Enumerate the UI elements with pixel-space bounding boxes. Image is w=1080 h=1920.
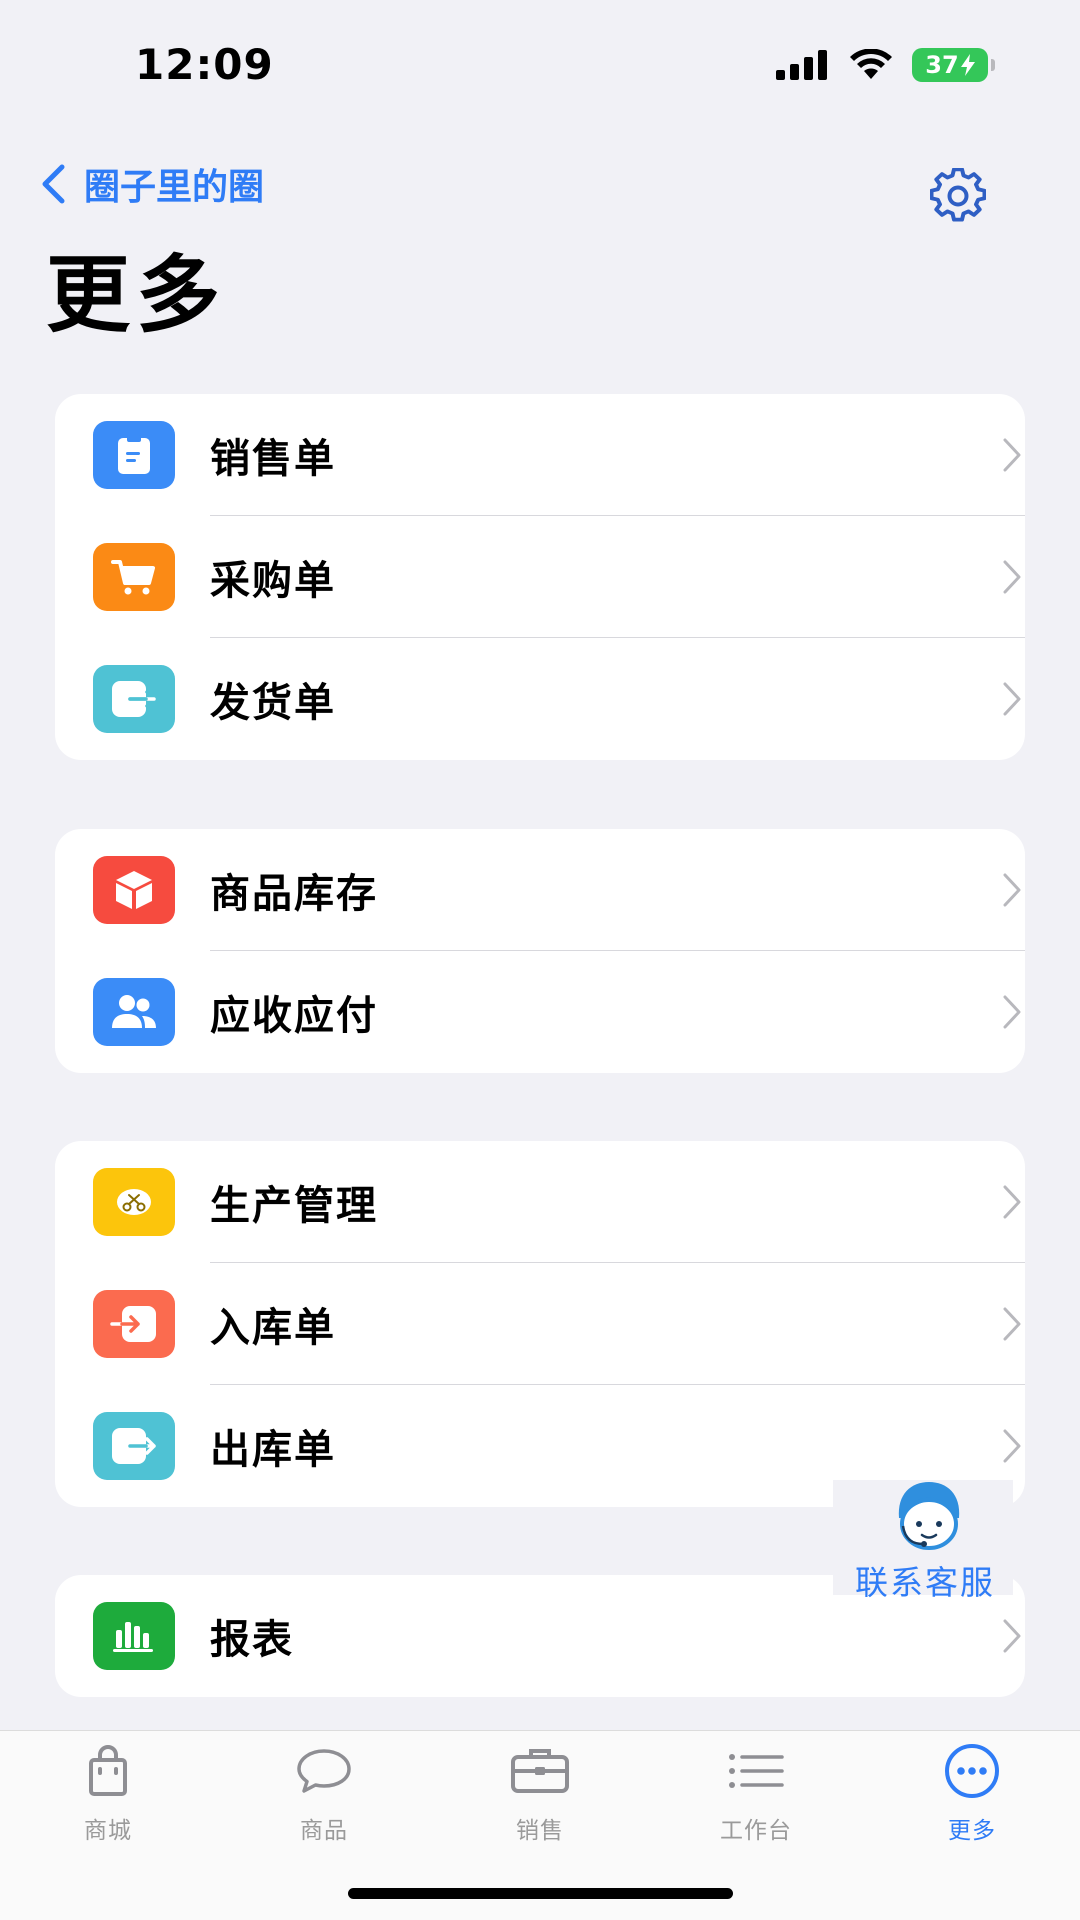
chat-bubble-icon — [297, 1749, 351, 1793]
battery-level: 37 — [925, 51, 959, 79]
customer-service-avatar-icon — [898, 1482, 960, 1550]
status-icons: 37 — [776, 48, 995, 82]
users-icon — [93, 978, 175, 1046]
sales-order-icon — [93, 421, 175, 489]
menu-item-label: 采购单 — [210, 558, 336, 604]
home-indicator[interactable] — [348, 1888, 733, 1899]
menu-item-label: 应收应付 — [210, 993, 378, 1039]
charging-bolt-icon — [960, 54, 975, 76]
back-button[interactable]: 圈子里的圈 — [40, 162, 264, 208]
tab-products[interactable]: 商品 — [254, 1743, 394, 1844]
chevron-right-icon — [1003, 1619, 1021, 1653]
status-bar: 12:09 37 — [0, 0, 1080, 130]
menu-item-label: 发货单 — [210, 680, 336, 726]
menu-group-finance: 商品库存 应收应付 — [55, 829, 1025, 1073]
tab-label: 更多 — [948, 1818, 996, 1844]
chevron-right-icon — [1003, 560, 1021, 594]
briefcase-icon — [511, 1749, 569, 1793]
menu-item-label: 入库单 — [210, 1305, 336, 1351]
menu-group-production: 生产管理 入库单 出库单 — [55, 1141, 1025, 1507]
menu-item-receivable-payable[interactable]: 应收应付 — [55, 951, 1025, 1073]
tab-label: 工作台 — [720, 1818, 792, 1844]
menu-group-orders: 销售单 采购单 发货单 — [55, 394, 1025, 760]
menu-item-label: 出库单 — [210, 1427, 336, 1473]
menu-item-delivery-order[interactable]: 发货单 — [55, 638, 1025, 760]
customer-service-label: 联系客服 — [855, 1563, 995, 1602]
menu-item-purchase-order[interactable]: 采购单 — [55, 516, 1025, 638]
tab-workbench[interactable]: 工作台 — [686, 1743, 826, 1844]
tab-label: 销售 — [516, 1818, 564, 1844]
menu-item-label: 商品库存 — [210, 871, 378, 917]
tab-sales[interactable]: 销售 — [470, 1743, 610, 1844]
menu-item-label: 报表 — [210, 1617, 294, 1663]
gear-icon — [929, 167, 987, 222]
page-title: 更多 — [46, 246, 227, 344]
cellular-signal-icon — [776, 50, 827, 80]
chevron-right-icon — [1003, 1429, 1021, 1463]
chevron-right-icon — [1003, 1185, 1021, 1219]
back-button-label: 圈子里的圈 — [84, 167, 265, 208]
scissors-icon — [93, 1168, 175, 1236]
shopping-cart-icon — [93, 543, 175, 611]
chevron-right-icon — [1003, 873, 1021, 907]
battery-indicator: 37 — [912, 48, 995, 82]
enter-arrow-icon — [93, 1290, 175, 1358]
shopping-bag-icon — [89, 1745, 127, 1796]
chevron-right-icon — [1003, 682, 1021, 716]
exit-arrow-icon — [93, 1412, 175, 1480]
menu-item-sales-order[interactable]: 销售单 — [55, 394, 1025, 516]
chevron-right-icon — [1003, 995, 1021, 1029]
chevron-left-icon — [42, 164, 65, 204]
list-icon — [729, 1754, 784, 1788]
tab-label: 商城 — [84, 1818, 132, 1844]
chevron-right-icon — [1003, 1307, 1021, 1341]
settings-button[interactable] — [929, 167, 987, 224]
chevron-right-icon — [1003, 438, 1021, 472]
menu-item-production-management[interactable]: 生产管理 — [55, 1141, 1025, 1263]
exit-arrow-icon — [93, 665, 175, 733]
menu-item-inventory[interactable]: 商品库存 — [55, 829, 1025, 951]
status-time: 12:09 — [135, 40, 274, 89]
customer-service-button[interactable]: 联系客服 — [833, 1480, 1013, 1602]
tab-more[interactable]: 更多 — [902, 1743, 1042, 1844]
box-icon — [93, 856, 175, 924]
menu-item-label: 销售单 — [210, 436, 336, 482]
menu-item-label: 生产管理 — [210, 1183, 378, 1229]
bar-chart-icon — [93, 1602, 175, 1670]
more-dots-icon — [945, 1744, 999, 1798]
menu-item-inbound-order[interactable]: 入库单 — [55, 1263, 1025, 1385]
wifi-icon — [850, 49, 892, 79]
tab-label: 商品 — [300, 1818, 348, 1844]
tab-mall[interactable]: 商城 — [38, 1743, 178, 1844]
